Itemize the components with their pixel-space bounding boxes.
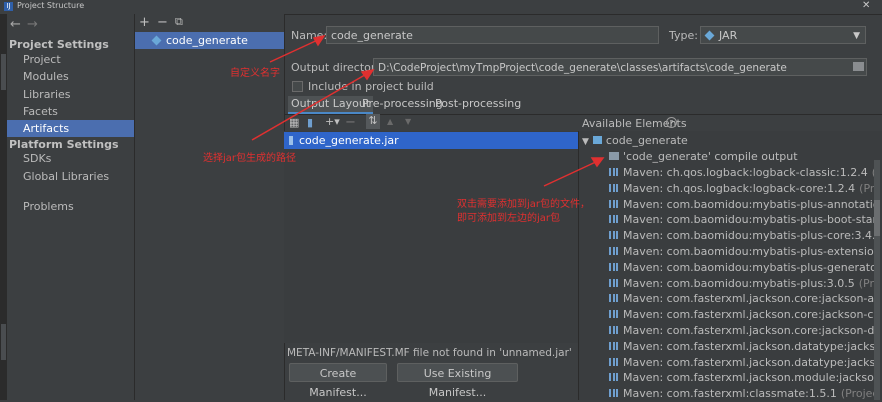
- arrow-to-available-elements: [543, 159, 601, 187]
- annotation-double-click-2: 即可添加到左边的jar包: [457, 213, 561, 224]
- annotation-jar-path: 选择jar包生成的路径: [203, 153, 297, 164]
- arrow-to-name-field: [269, 37, 323, 63]
- arrow-to-output-directory: [251, 71, 371, 141]
- arrow-head: [590, 157, 605, 168]
- arrow-head: [360, 68, 375, 81]
- arrow-head: [312, 34, 326, 47]
- annotation-arrows: [251, 34, 605, 187]
- annotation-custom-name: 自定义名字: [230, 68, 280, 79]
- annotation-double-click-1: 双击需要添加到jar包的文件，: [457, 199, 591, 210]
